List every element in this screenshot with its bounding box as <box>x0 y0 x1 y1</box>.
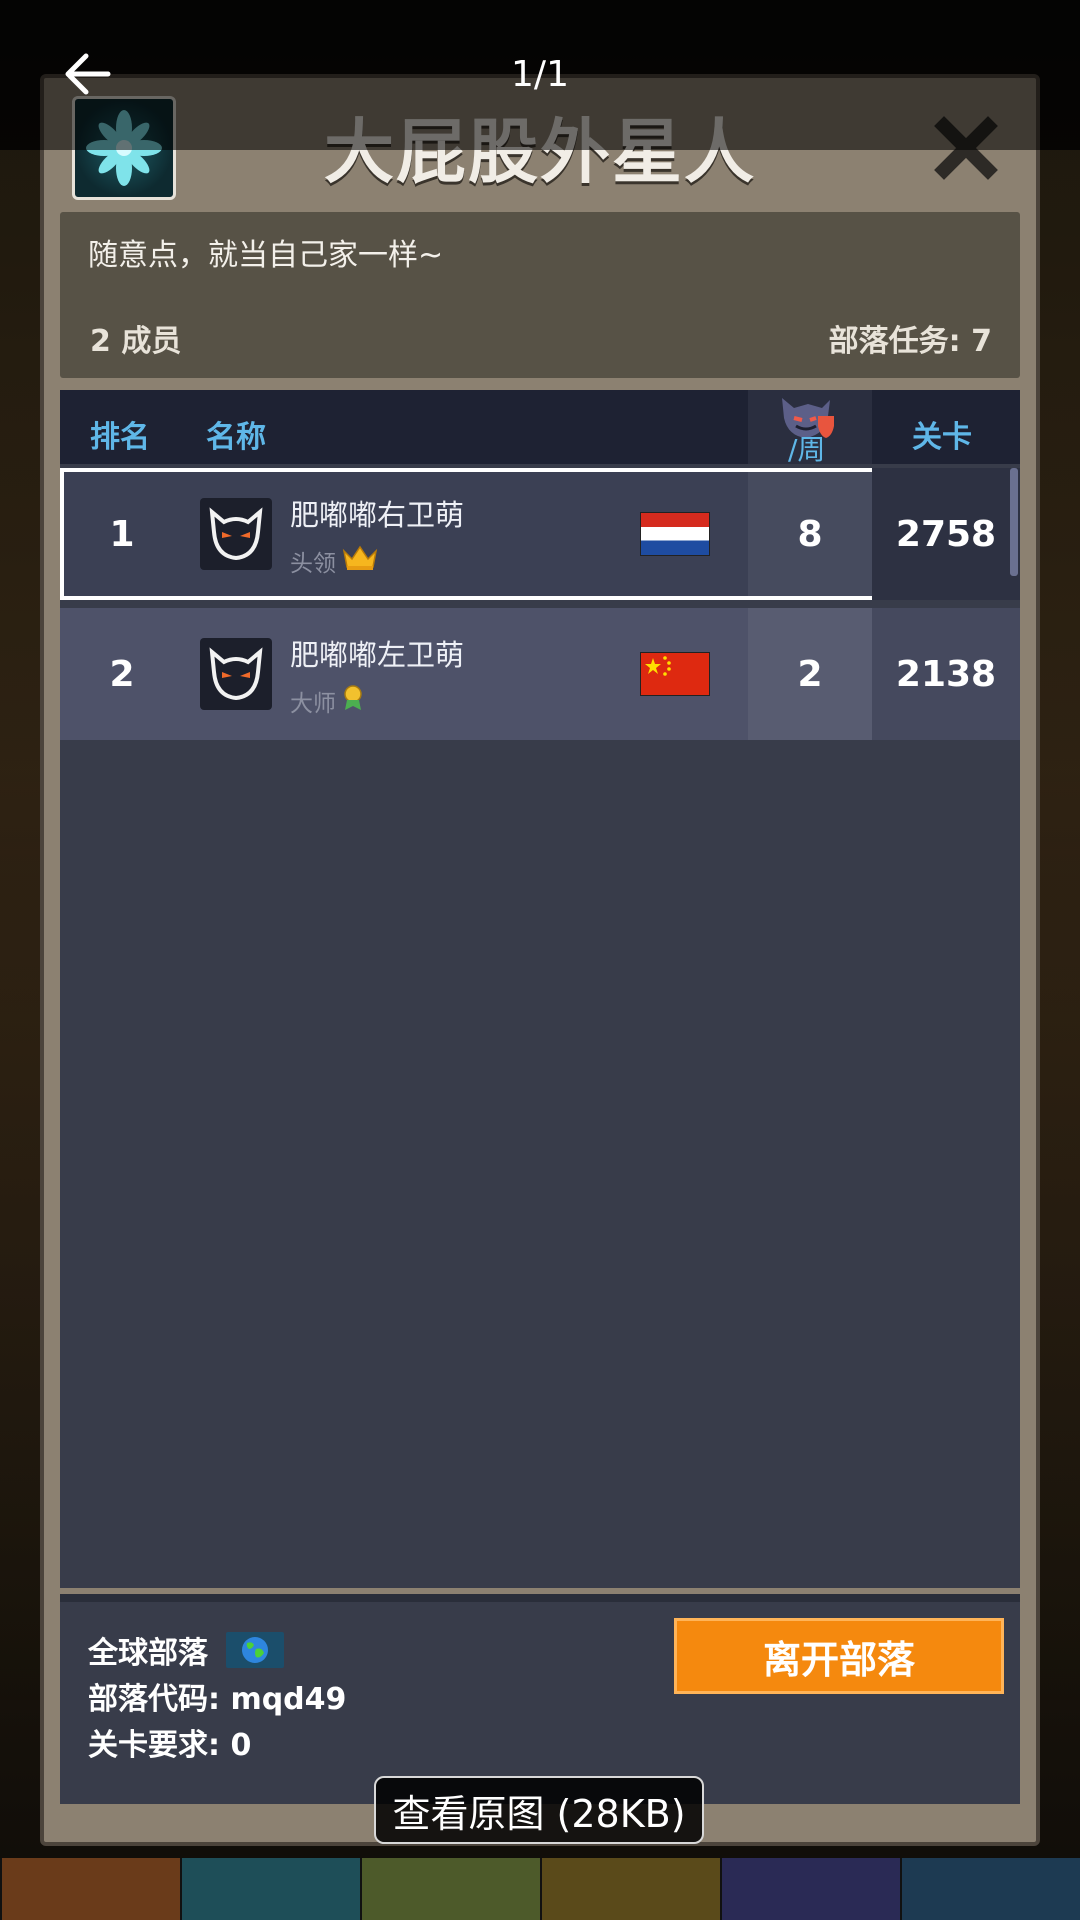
member-name: 肥嘟嘟右卫萌 <box>290 498 465 532</box>
weekly-score-cell: 2 <box>748 608 872 740</box>
rank-cell: 2 <box>109 653 135 695</box>
header-name[interactable]: 名称 <box>206 412 266 456</box>
member-count: 2 成员 <box>90 324 182 359</box>
level-cell: 2758 <box>872 468 1020 600</box>
globe-icon <box>226 1632 284 1668</box>
level-requirement: 关卡要求: 0 <box>88 1728 252 1763</box>
image-counter: 1/1 <box>511 54 569 95</box>
global-tribe-label: 全球部落 <box>88 1636 208 1671</box>
devil-avatar-icon <box>200 498 272 570</box>
view-original-button[interactable]: 查看原图 (28KB) <box>374 1776 704 1844</box>
weekly-score-cell: 8 <box>748 468 872 600</box>
background-bottom-tabs <box>0 1858 1080 1920</box>
role-label: 大师 <box>290 691 336 717</box>
devil-avatar-icon <box>200 638 272 710</box>
table-row[interactable]: 1 肥嘟嘟右卫萌 头领 8 2758 <box>60 468 1020 600</box>
level-cell: 2138 <box>872 608 1020 740</box>
table-header: 排名 名称 /周 关卡 <box>60 390 1020 466</box>
medal-icon <box>342 684 364 718</box>
rank-cell: 1 <box>109 513 135 555</box>
china-flag-icon <box>640 652 710 696</box>
member-role: 大师 <box>290 684 364 718</box>
header-level[interactable]: 关卡 <box>912 412 972 456</box>
tribe-tasks: 部落任务: 7 <box>828 324 992 359</box>
table-row[interactable]: 2 肥嘟嘟左卫萌 大师 2 2138 <box>60 608 1020 740</box>
header-weekly[interactable]: /周 <box>788 428 825 468</box>
member-table: 排名 名称 /周 关卡 1 肥嘟嘟右卫萌 头领 8 2758 2 肥嘟嘟左卫萌 … <box>60 390 1020 1588</box>
tribe-code: 部落代码: mqd49 <box>88 1682 347 1717</box>
tribe-footer: 全球部落 部落代码: mqd49 关卡要求: 0 离开部落 <box>60 1594 1020 1804</box>
member-role: 头领 <box>290 544 378 578</box>
tribe-description: 随意点，就当自己家一样~ <box>88 238 444 273</box>
role-label: 头领 <box>290 551 336 577</box>
crown-icon <box>342 545 378 577</box>
header-rank[interactable]: 排名 <box>90 412 150 456</box>
global-tribe: 全球部落 <box>88 1628 284 1672</box>
member-name: 肥嘟嘟左卫萌 <box>290 638 465 672</box>
scrollbar[interactable] <box>1010 468 1018 576</box>
leave-tribe-button[interactable]: 离开部落 <box>674 1618 1004 1694</box>
netherlands-flag-icon <box>640 512 710 556</box>
tribe-description-panel: 随意点，就当自己家一样~ 2 成员 部落任务: 7 <box>60 212 1020 378</box>
